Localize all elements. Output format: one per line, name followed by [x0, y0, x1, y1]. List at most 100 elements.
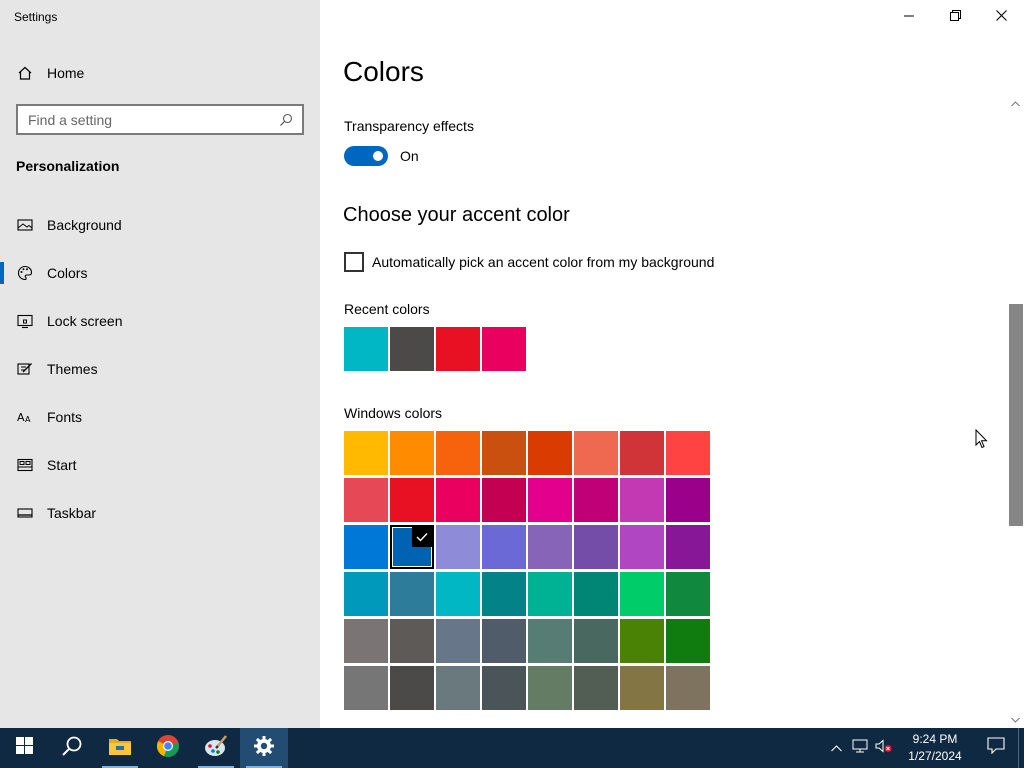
transparency-toggle[interactable] — [344, 146, 388, 166]
restore-button[interactable] — [932, 2, 978, 32]
windows-color-swatch[interactable] — [482, 666, 526, 710]
palette-icon — [17, 265, 33, 281]
sidebar-item-label: Themes — [47, 361, 98, 377]
auto-pick-checkbox[interactable] — [344, 252, 364, 272]
windows-color-swatch[interactable] — [574, 666, 618, 710]
windows-color-swatch[interactable] — [666, 619, 710, 663]
windows-color-swatch[interactable] — [666, 572, 710, 616]
windows-color-swatch[interactable] — [666, 666, 710, 710]
windows-color-swatch[interactable] — [528, 666, 572, 710]
sidebar-item-start[interactable]: Start — [0, 445, 320, 485]
windows-color-swatch[interactable] — [390, 478, 434, 522]
windows-color-swatch[interactable] — [436, 525, 480, 569]
taskbar: 9:24 PM 1/27/2024 — [0, 728, 1024, 768]
vertical-scrollbar[interactable] — [1007, 96, 1024, 728]
windows-color-swatch[interactable] — [436, 619, 480, 663]
taskbar-paint[interactable] — [192, 728, 240, 768]
sidebar-item-themes[interactable]: Themes — [0, 349, 320, 389]
close-button[interactable] — [978, 2, 1024, 32]
windows-color-swatch[interactable] — [482, 431, 526, 475]
lock-screen-icon — [17, 313, 33, 329]
scroll-thumb[interactable] — [1009, 304, 1023, 526]
windows-color-swatch[interactable] — [574, 525, 618, 569]
windows-color-swatch[interactable] — [528, 619, 572, 663]
windows-color-swatch[interactable] — [620, 619, 664, 663]
windows-color-swatch[interactable] — [344, 525, 388, 569]
windows-color-swatch[interactable] — [390, 431, 434, 475]
main-content: Colors Transparency effects On Choose yo… — [320, 0, 1024, 728]
windows-color-swatch[interactable] — [574, 572, 618, 616]
page-title: Colors — [343, 56, 424, 87]
windows-color-swatch[interactable] — [528, 431, 572, 475]
sidebar-item-label: Fonts — [47, 409, 83, 425]
taskbar-settings[interactable] — [240, 728, 288, 768]
windows-color-swatch[interactable] — [666, 478, 710, 522]
scroll-up-button[interactable] — [1007, 96, 1024, 110]
taskbar-file-explorer[interactable] — [96, 728, 144, 768]
taskbar-clock[interactable]: 9:24 PM 1/27/2024 — [896, 728, 974, 768]
windows-color-swatch[interactable] — [620, 478, 664, 522]
windows-color-swatch[interactable] — [436, 431, 480, 475]
windows-color-swatch[interactable] — [390, 619, 434, 663]
windows-color-swatch[interactable] — [620, 666, 664, 710]
windows-color-swatch[interactable] — [344, 478, 388, 522]
search-icon[interactable] — [278, 112, 294, 128]
windows-color-swatch[interactable] — [482, 572, 526, 616]
volume-button[interactable] — [872, 728, 896, 768]
windows-color-swatch[interactable] — [344, 431, 388, 475]
recent-color-swatch[interactable] — [436, 327, 480, 371]
scroll-down-button[interactable] — [1007, 712, 1024, 726]
windows-color-swatch-selected[interactable] — [390, 525, 434, 569]
search-box[interactable] — [16, 104, 304, 135]
sidebar-item-background[interactable]: Background — [0, 205, 320, 245]
taskbar-icon — [17, 505, 33, 521]
windows-color-swatch[interactable] — [528, 478, 572, 522]
recent-color-swatch[interactable] — [390, 327, 434, 371]
auto-pick-checkbox-row[interactable]: Automatically pick an accent color from … — [344, 252, 714, 272]
show-desktop-button[interactable] — [1018, 728, 1024, 768]
accent-heading: Choose your accent color — [343, 204, 570, 226]
home-icon — [17, 65, 33, 81]
windows-color-swatch[interactable] — [666, 525, 710, 569]
recent-color-swatch[interactable] — [482, 327, 526, 371]
windows-color-swatch[interactable] — [574, 478, 618, 522]
show-hidden-icons-button[interactable] — [824, 728, 848, 768]
recent-color-swatch[interactable] — [344, 327, 388, 371]
windows-color-swatch[interactable] — [620, 525, 664, 569]
windows-color-swatch[interactable] — [436, 666, 480, 710]
windows-color-swatch[interactable] — [344, 666, 388, 710]
network-icon — [852, 739, 868, 758]
sidebar-home[interactable]: Home — [0, 58, 320, 88]
windows-color-swatch[interactable] — [620, 431, 664, 475]
windows-color-swatch[interactable] — [620, 572, 664, 616]
sidebar-item-colors[interactable]: Colors — [0, 253, 320, 293]
windows-color-swatch[interactable] — [344, 572, 388, 616]
windows-color-swatch[interactable] — [390, 572, 434, 616]
network-button[interactable] — [848, 728, 872, 768]
minimize-button[interactable] — [886, 2, 932, 32]
windows-color-swatch[interactable] — [574, 431, 618, 475]
windows-color-swatch[interactable] — [574, 619, 618, 663]
sidebar-item-taskbar[interactable]: Taskbar — [0, 493, 320, 533]
toggle-knob — [373, 151, 383, 161]
windows-color-swatch[interactable] — [344, 619, 388, 663]
windows-color-swatch[interactable] — [482, 478, 526, 522]
sidebar-item-lock-screen[interactable]: Lock screen — [0, 301, 320, 341]
windows-color-swatch[interactable] — [482, 525, 526, 569]
taskbar-search-button[interactable] — [48, 728, 96, 768]
windows-color-swatch[interactable] — [528, 572, 572, 616]
windows-color-swatch[interactable] — [482, 619, 526, 663]
recent-colors-grid — [344, 327, 526, 371]
windows-color-swatch[interactable] — [666, 431, 710, 475]
windows-color-swatch[interactable] — [436, 572, 480, 616]
windows-color-swatch[interactable] — [390, 666, 434, 710]
windows-color-swatch[interactable] — [436, 478, 480, 522]
taskbar-chrome[interactable] — [144, 728, 192, 768]
chrome-icon — [156, 734, 180, 763]
checkmark-icon — [412, 527, 432, 547]
search-input[interactable] — [28, 111, 278, 128]
action-center-button[interactable] — [974, 728, 1018, 768]
sidebar-item-fonts[interactable]: AA Fonts — [0, 397, 320, 437]
windows-color-swatch[interactable] — [528, 525, 572, 569]
start-button[interactable] — [0, 728, 48, 768]
